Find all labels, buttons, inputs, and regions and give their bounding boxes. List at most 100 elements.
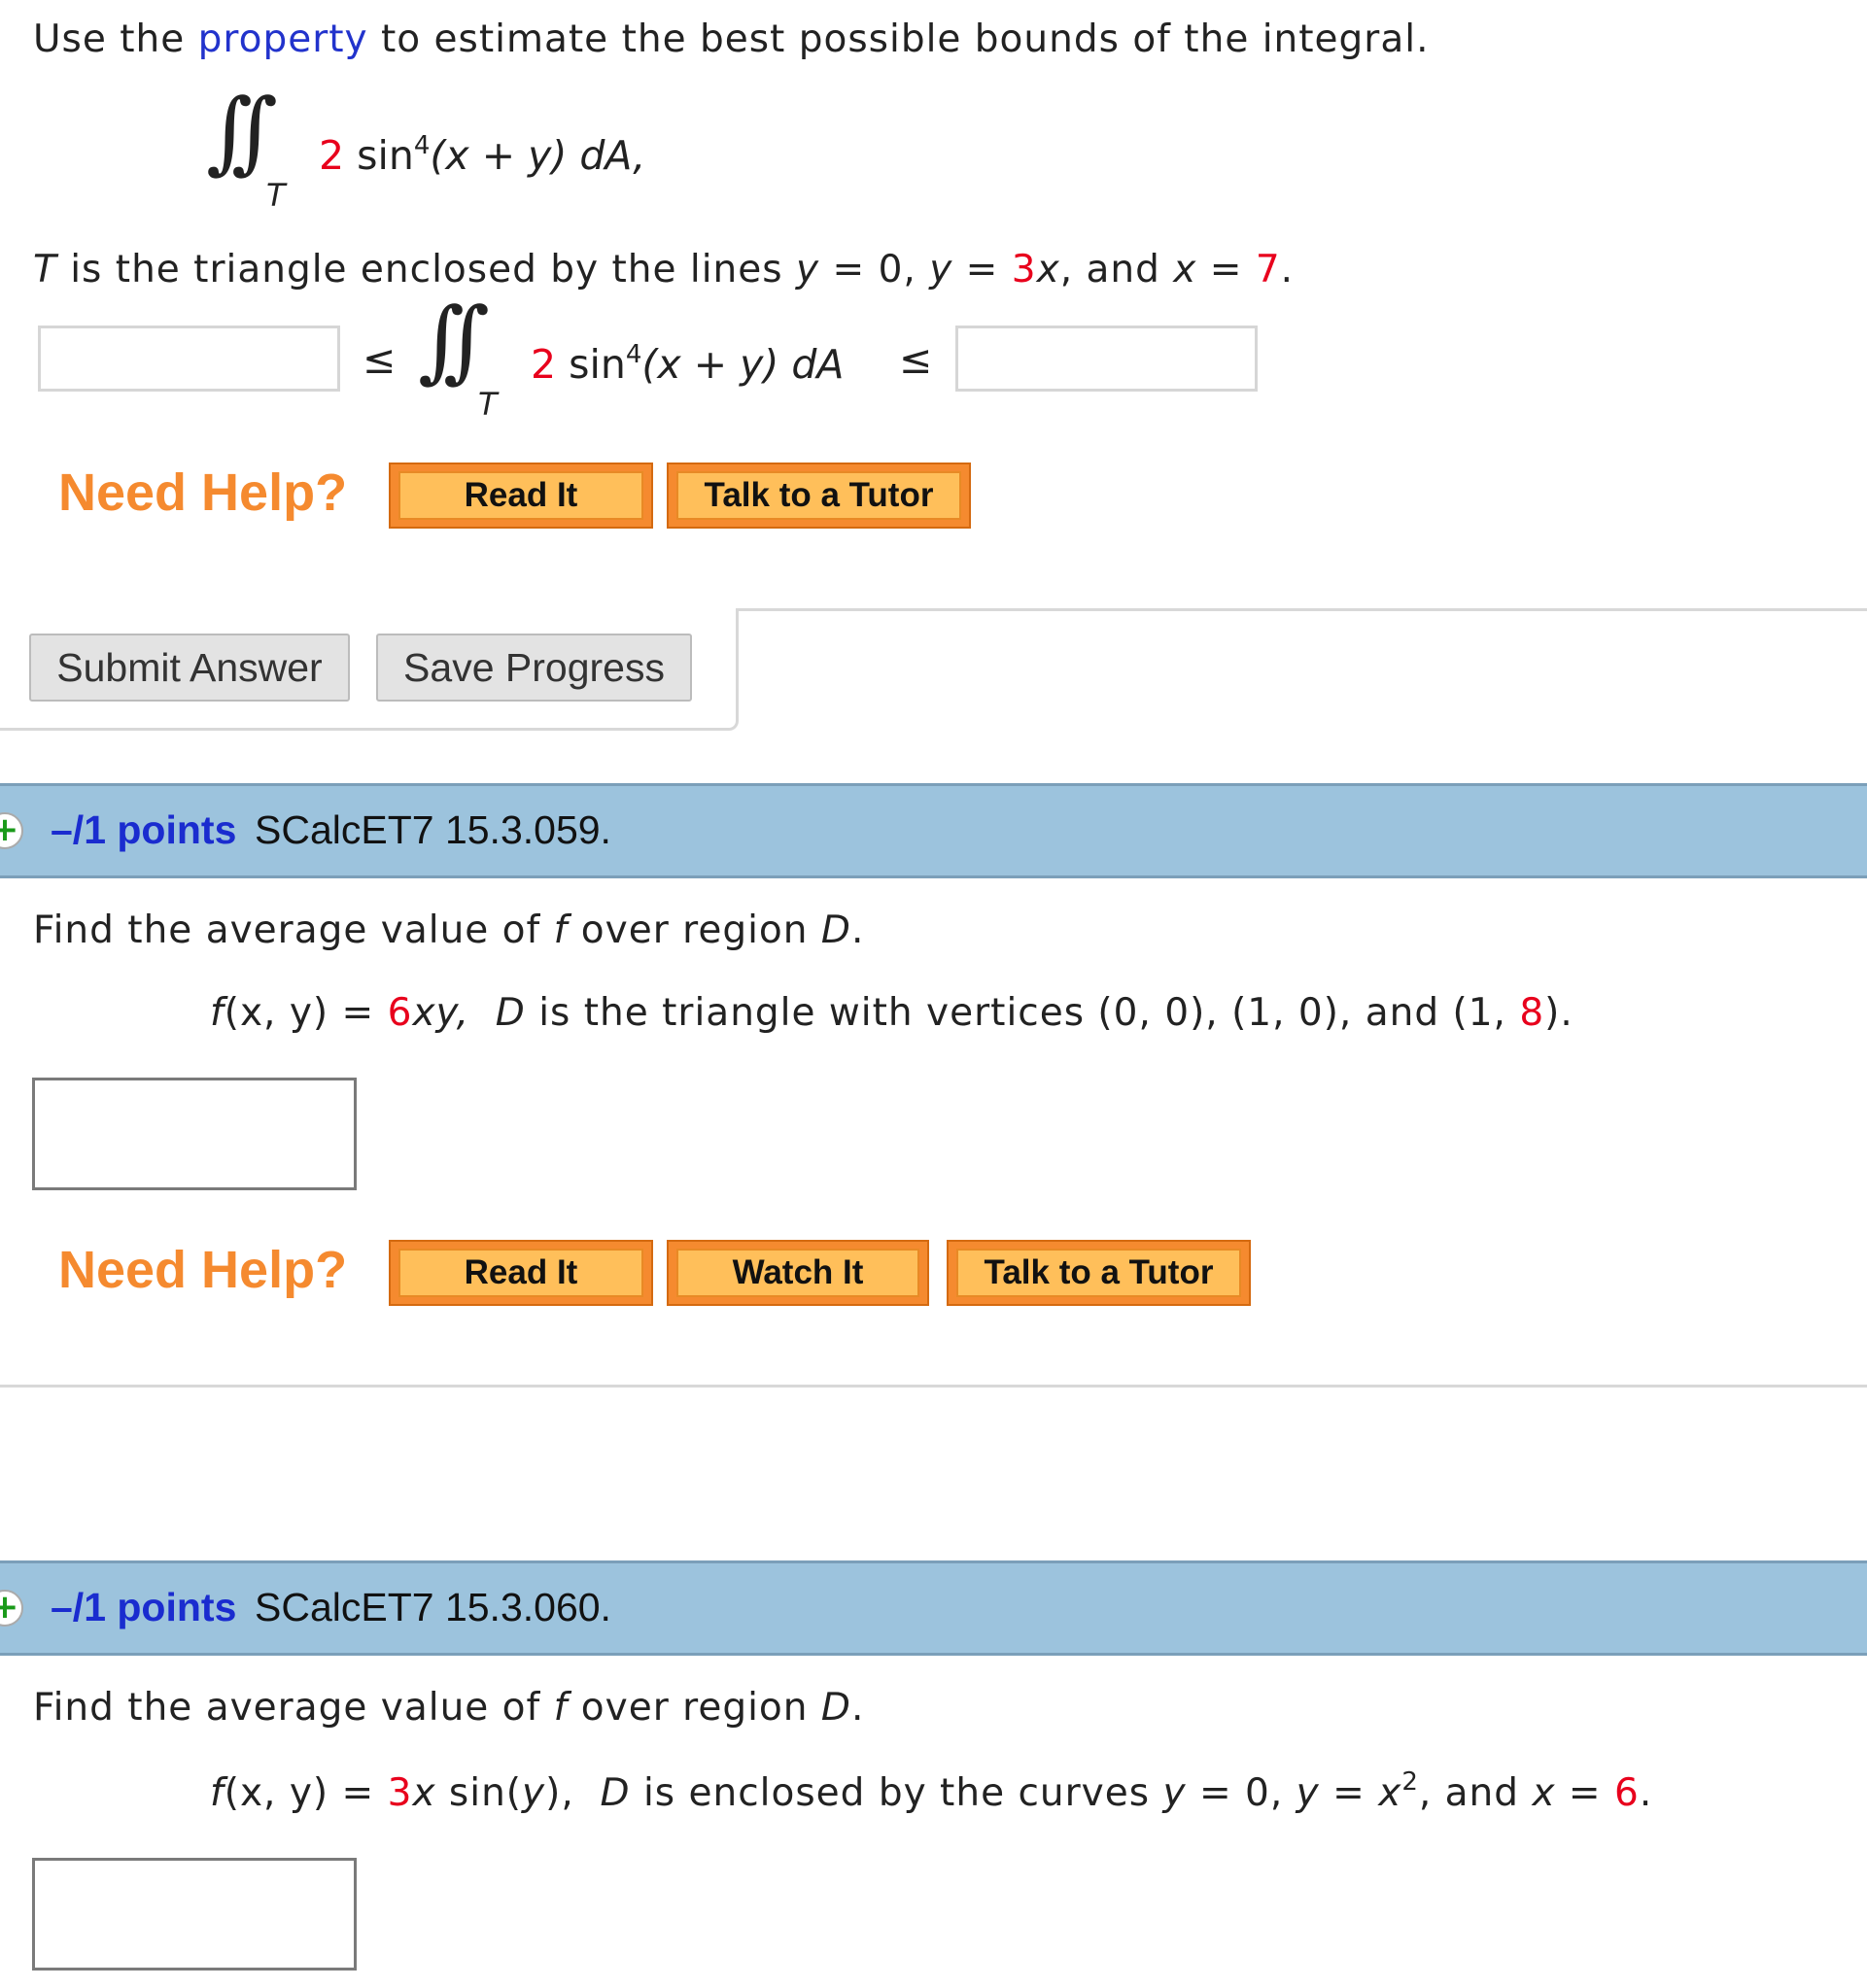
q3-answer-input[interactable] xyxy=(32,1858,357,1971)
region-T: T xyxy=(33,248,57,291)
eq-text: = xyxy=(328,991,388,1035)
integrand-argument: (x + y) dA, xyxy=(430,132,646,179)
save-progress-button[interactable]: Save Progress xyxy=(376,634,692,702)
read-it-button[interactable]: Read It xyxy=(389,1240,653,1306)
divider xyxy=(736,608,1867,611)
upper-bound-input[interactable] xyxy=(955,326,1258,392)
lower-bound-input[interactable] xyxy=(38,326,340,392)
watch-it-label: Watch It xyxy=(676,1249,919,1297)
function-vars: xy, xyxy=(412,991,469,1035)
read-it-label: Read It xyxy=(398,1249,643,1297)
read-it-label: Read It xyxy=(398,471,643,520)
eq-text: = xyxy=(1555,1771,1615,1815)
q2-answer-input[interactable] xyxy=(32,1078,357,1190)
points-label: –/1 points xyxy=(51,807,237,852)
var-D: D xyxy=(820,908,851,952)
talk-to-tutor-button[interactable]: Talk to a Tutor xyxy=(667,463,971,529)
region-text: is the triangle enclosed by the lines xyxy=(56,248,796,291)
var-y: y xyxy=(522,1771,546,1815)
q1-instruction-text-end: to estimate the best possible bounds of … xyxy=(367,17,1430,61)
eq-text: = xyxy=(1196,248,1256,291)
function-coefficient: 3 xyxy=(387,1771,413,1815)
var-x: x xyxy=(1036,248,1060,291)
var-f: f xyxy=(210,1771,225,1815)
need-help-label: Need Help? xyxy=(58,463,348,522)
integral-region-label: T xyxy=(266,177,286,214)
var-y: y xyxy=(929,248,953,291)
var-D: D xyxy=(495,991,526,1035)
property-link[interactable]: property xyxy=(198,17,368,61)
question-header-bar: + –/1 points SCalcET7 15.3.059. xyxy=(0,783,1867,878)
prompt-text: over region xyxy=(568,908,821,952)
question-id: SCalcET7 15.3.060. xyxy=(255,1585,611,1629)
watch-it-button[interactable]: Watch It xyxy=(667,1240,929,1306)
integrand-power: 4 xyxy=(413,131,431,160)
var-x: x xyxy=(412,1771,436,1815)
sin-text: sin( xyxy=(435,1771,523,1815)
f-args: (x, y) xyxy=(224,1771,329,1815)
var-f: f xyxy=(553,1686,569,1730)
period: . xyxy=(1639,1771,1653,1815)
submit-answer-button[interactable]: Submit Answer xyxy=(29,634,350,702)
talk-to-tutor-label: Talk to a Tutor xyxy=(956,1249,1241,1297)
region-description: is the triangle with vertices (0, 0), (1… xyxy=(525,991,1520,1035)
x-bound-value: 7 xyxy=(1255,248,1281,291)
integrand-argument: (x + y) dA xyxy=(641,341,845,388)
bounds-integrand: 2 sin4(x + y) dA xyxy=(531,341,844,388)
var-f: f xyxy=(553,908,569,952)
q1-instruction: Use the property to estimate the best po… xyxy=(33,17,1429,61)
var-x: x xyxy=(1532,1771,1556,1815)
close-paren: ), xyxy=(545,1771,574,1815)
q3-prompt: Find the average value of f over region … xyxy=(33,1686,864,1730)
points-label: –/1 points xyxy=(51,1585,237,1629)
var-f: f xyxy=(210,991,225,1035)
integrand-coefficient: 2 xyxy=(319,132,345,179)
leq-symbol-left: ≤ xyxy=(363,336,397,383)
prompt-text: over region xyxy=(568,1686,821,1730)
divider xyxy=(0,1385,1867,1388)
and-text: , and xyxy=(1059,248,1174,291)
var-x: x xyxy=(1173,248,1197,291)
f-args: (x, y) xyxy=(224,991,329,1035)
and-text: , and xyxy=(1418,1771,1533,1815)
var-D: D xyxy=(600,1771,631,1815)
exponent: 2 xyxy=(1401,1767,1419,1797)
integrand-coefficient: 2 xyxy=(531,341,557,388)
talk-to-tutor-button[interactable]: Talk to a Tutor xyxy=(947,1240,1251,1306)
read-it-button[interactable]: Read It xyxy=(389,463,653,529)
eq-text: = 0, xyxy=(1186,1771,1297,1815)
integrand-sin: sin xyxy=(556,341,626,388)
vertex-y-value: 8 xyxy=(1519,991,1545,1035)
integral-region-label: T xyxy=(478,386,498,423)
var-y: y xyxy=(1162,1771,1187,1815)
period: . xyxy=(850,1686,865,1730)
q2-prompt: Find the average value of f over region … xyxy=(33,908,864,952)
period: . xyxy=(1280,248,1295,291)
closing-text: ). xyxy=(1544,991,1573,1035)
var-x: x xyxy=(1378,1771,1402,1815)
integrand: 2 sin4(x + y) dA, xyxy=(319,132,645,179)
double-integral-sign: ∫∫ xyxy=(206,80,278,184)
q3-function-definition: f(x, y) = 3x sin(y), D is enclosed by th… xyxy=(210,1769,1653,1815)
leq-symbol-right: ≤ xyxy=(899,336,933,383)
var-y: y xyxy=(1296,1771,1320,1815)
q1-instruction-text: Use the xyxy=(33,17,198,61)
function-coefficient: 6 xyxy=(387,991,413,1035)
var-D: D xyxy=(820,1686,851,1730)
integrand-sin: sin xyxy=(344,132,414,179)
prompt-text: Find the average value of xyxy=(33,908,554,952)
eq-text: = xyxy=(952,248,1012,291)
region-description: is enclosed by the curves xyxy=(630,1771,1163,1815)
talk-to-tutor-label: Talk to a Tutor xyxy=(676,471,961,520)
integrand-power: 4 xyxy=(625,340,642,369)
question-header-bar: + –/1 points SCalcET7 15.3.060. xyxy=(0,1560,1867,1656)
need-help-label: Need Help? xyxy=(58,1241,348,1299)
q1-region-description: T is the triangle enclosed by the lines … xyxy=(33,248,1294,291)
var-y: y xyxy=(796,248,820,291)
expand-plus-icon[interactable]: + xyxy=(0,1590,23,1627)
eq-text: = xyxy=(1319,1771,1379,1815)
expand-plus-icon[interactable]: + xyxy=(0,812,23,849)
eq-text: = xyxy=(328,1771,388,1815)
q2-function-definition: f(x, y) = 6xy, D is the triangle with ve… xyxy=(210,991,1573,1035)
question-id: SCalcET7 15.3.059. xyxy=(255,807,611,852)
